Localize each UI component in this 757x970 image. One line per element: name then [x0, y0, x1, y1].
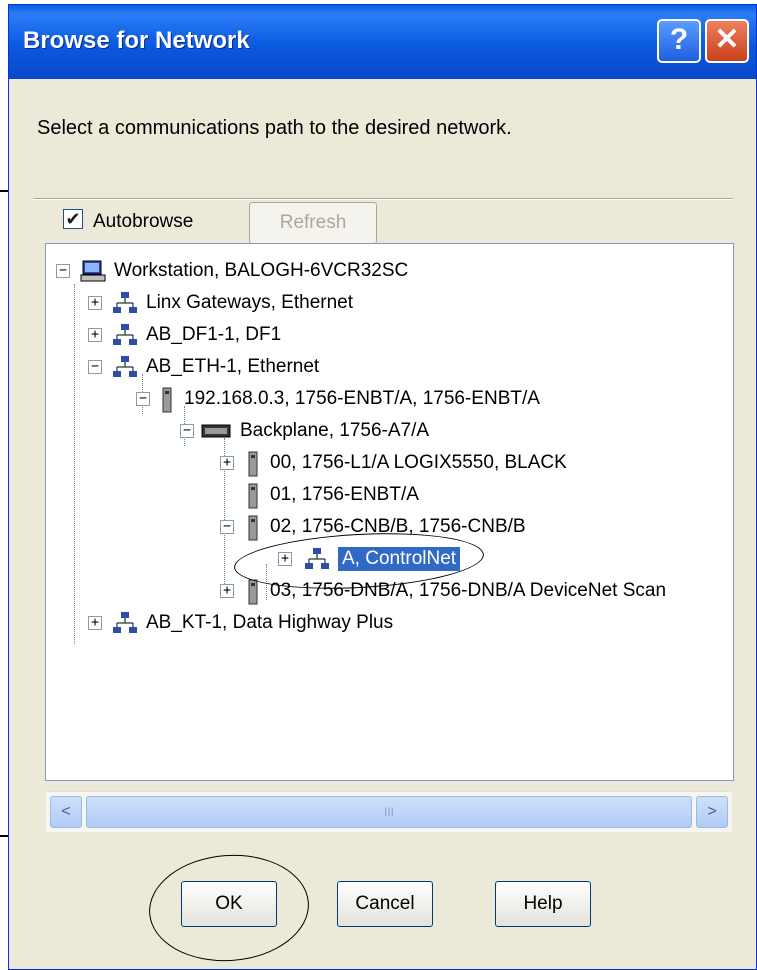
network-icon [112, 611, 138, 635]
network-tree[interactable]: − Workstation, BALOGH-6VCR32SC + Linx Ga… [45, 243, 734, 781]
module-icon [244, 515, 262, 541]
tree-label: 192.168.0.3, 1756-ENBT/A, 1756-ENBT/A [184, 388, 540, 409]
expand-toggle[interactable]: + [88, 616, 102, 630]
window-title: Browse for Network [23, 27, 250, 54]
close-button[interactable]: ✕ [705, 19, 749, 63]
separator [33, 198, 733, 200]
tree-label: Linx Gateways, Ethernet [146, 292, 353, 313]
network-icon [112, 355, 138, 379]
tree-node-backplane[interactable]: − Backplane, 1756-A7/A [180, 416, 430, 446]
refresh-button[interactable]: Refresh [249, 202, 377, 244]
scroll-thumb[interactable]: III [86, 796, 692, 828]
network-icon [112, 291, 138, 315]
annotation-oval [145, 849, 313, 967]
tree-label: 00, 1756-L1/A LOGIX5550, BLACK [270, 452, 567, 473]
help-button[interactable]: Help [495, 881, 591, 927]
scroll-left-button[interactable]: < [50, 796, 82, 828]
module-icon [244, 483, 262, 509]
tree-label: AB_KT-1, Data Highway Plus [146, 612, 394, 633]
module-icon [244, 579, 262, 605]
tree-label: Backplane, 1756-A7/A [240, 420, 430, 441]
collapse-toggle[interactable]: − [220, 520, 234, 534]
autobrowse-checkbox[interactable]: ✔ [63, 209, 83, 229]
tree-node-slot-00[interactable]: + 00, 1756-L1/A LOGIX5550, BLACK [220, 448, 567, 478]
title-bar[interactable]: Browse for Network ? ✕ [9, 5, 756, 79]
module-icon [158, 387, 176, 413]
cancel-button[interactable]: Cancel [337, 881, 433, 927]
tree-label: 01, 1756-ENBT/A [270, 484, 419, 505]
tree-label: Workstation, BALOGH-6VCR32SC [114, 260, 409, 281]
backplane-icon [200, 419, 232, 443]
autobrowse-label: Autobrowse [93, 211, 194, 232]
browse-network-dialog: Browse for Network ? ✕ Select a communic… [8, 4, 757, 970]
scroll-right-button[interactable]: > [696, 796, 728, 828]
tree-node-ab-kt[interactable]: + AB_KT-1, Data Highway Plus [88, 608, 394, 638]
collapse-toggle[interactable]: − [88, 360, 102, 374]
computer-icon [80, 259, 106, 283]
collapse-toggle[interactable]: − [180, 424, 194, 438]
margin-mark [0, 190, 8, 192]
expand-toggle[interactable]: + [220, 584, 234, 598]
tree-label: AB_DF1-1, DF1 [146, 324, 282, 345]
tree-line [74, 284, 75, 644]
tree-node-workstation[interactable]: − Workstation, BALOGH-6VCR32SC [56, 256, 408, 286]
tree-node-enbt[interactable]: − 192.168.0.3, 1756-ENBT/A, 1756-ENBT/A [136, 384, 540, 414]
tree-label: AB_ETH-1, Ethernet [146, 356, 320, 377]
instruction-text: Select a communications path to the desi… [37, 117, 512, 139]
expand-toggle[interactable]: + [88, 328, 102, 342]
collapse-toggle[interactable]: − [136, 392, 150, 406]
collapse-toggle[interactable]: − [56, 264, 70, 278]
module-icon [244, 451, 262, 477]
tree-node-slot-01[interactable]: 01, 1756-ENBT/A [244, 480, 419, 510]
tree-node-ab-df1[interactable]: + AB_DF1-1, DF1 [88, 320, 282, 350]
horizontal-scrollbar[interactable]: < III > [46, 791, 732, 832]
tree-node-ab-eth[interactable]: − AB_ETH-1, Ethernet [88, 352, 320, 382]
expand-toggle[interactable]: + [220, 456, 234, 470]
help-title-button[interactable]: ? [657, 19, 701, 63]
network-icon [112, 323, 138, 347]
tree-node-linx-gateways[interactable]: + Linx Gateways, Ethernet [88, 288, 353, 318]
margin-mark [0, 835, 8, 837]
expand-toggle[interactable]: + [88, 296, 102, 310]
